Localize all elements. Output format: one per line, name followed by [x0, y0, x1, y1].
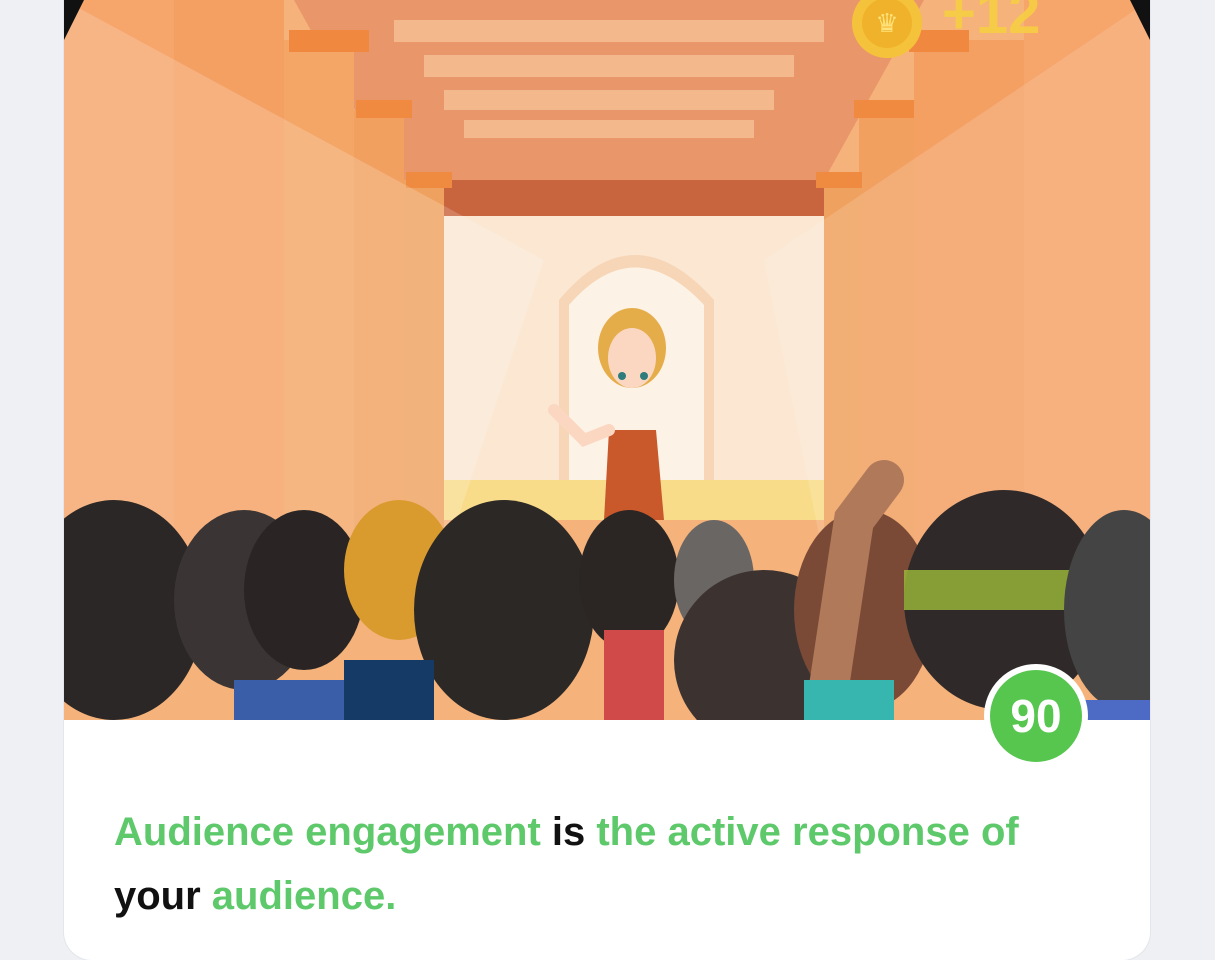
highlight-phrase: the active response of [596, 810, 1019, 854]
definition-text: Audience engagement is the active respon… [114, 800, 1094, 928]
highlight-term: Audience engagement [114, 810, 541, 854]
highlight-word: audience. [211, 874, 397, 918]
plain-text: your [114, 874, 212, 918]
auditorium-illustration [64, 0, 1150, 720]
score-badge: 90 [984, 664, 1088, 768]
reward-count: +12 [942, 0, 1041, 46]
plain-text: is [540, 810, 597, 854]
lesson-card: ♛ +12 90 Audience engagement is the acti… [64, 0, 1150, 960]
